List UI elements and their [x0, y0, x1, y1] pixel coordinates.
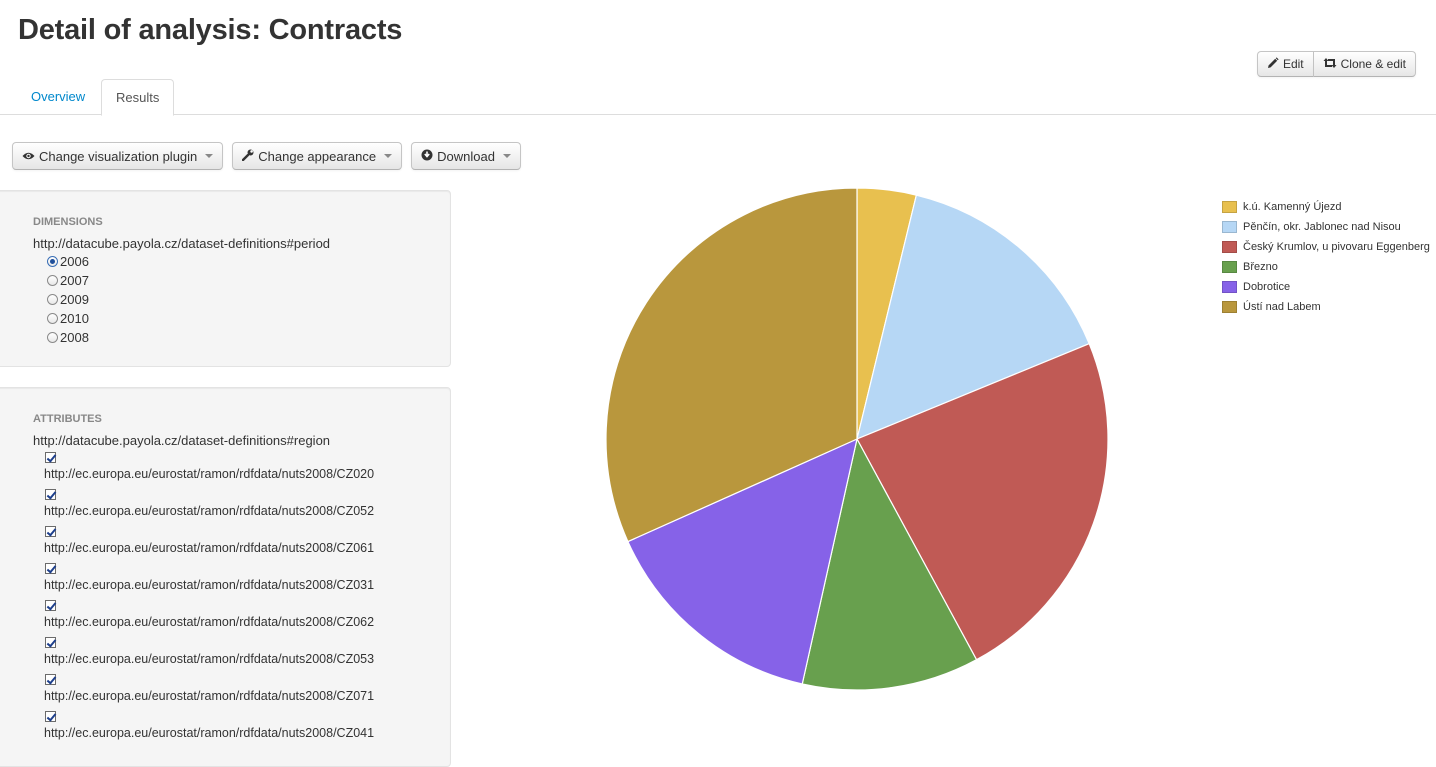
legend-label: Pěnčín, okr. Jablonec nad Nisou: [1243, 221, 1401, 233]
legend-item: Pěnčín, okr. Jablonec nad Nisou: [1222, 217, 1430, 237]
legend-item: Dobrotice: [1222, 277, 1430, 297]
legend-swatch: [1222, 201, 1237, 213]
legend-label: k.ú. Kamenný Újezd: [1243, 201, 1342, 213]
legend-item: Ústí nad Labem: [1222, 297, 1430, 317]
legend-item: Český Krumlov, u pivovaru Eggenberg: [1222, 237, 1430, 257]
legend-item: Březno: [1222, 257, 1430, 277]
chart-legend: k.ú. Kamenný Újezd Pěnčín, okr. Jablonec…: [1222, 197, 1430, 317]
legend-label: Dobrotice: [1243, 281, 1291, 293]
legend-item: k.ú. Kamenný Újezd: [1222, 197, 1430, 217]
legend-swatch: [1222, 221, 1237, 233]
legend-swatch: [1222, 301, 1237, 313]
legend-swatch: [1222, 281, 1237, 293]
legend-label: Březno: [1243, 261, 1278, 273]
legend-swatch: [1222, 241, 1237, 253]
legend-swatch: [1222, 261, 1237, 273]
pie-chart: [605, 187, 1109, 691]
legend-label: Český Krumlov, u pivovaru Eggenberg: [1243, 241, 1430, 253]
legend-label: Ústí nad Labem: [1243, 301, 1321, 313]
